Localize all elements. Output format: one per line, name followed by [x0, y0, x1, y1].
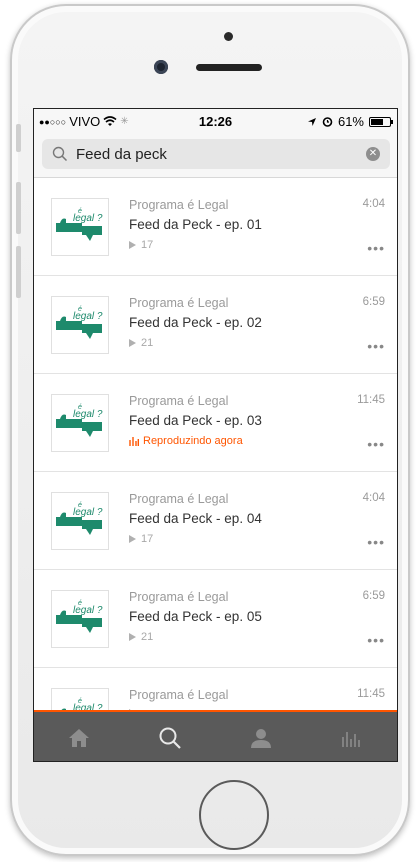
programa-e-legal-logo: legal ? é [56, 404, 103, 437]
track-title[interactable]: Feed da Peck - ep. 04 [129, 511, 387, 526]
track-title[interactable]: Feed da Peck - ep. 01 [129, 217, 387, 232]
track-duration: 4:04 [362, 492, 385, 504]
screen: ●●○○○ VIVO ✳ 12:26 61% ✕ [33, 108, 398, 762]
play-count-value: 21 [141, 337, 154, 349]
track-duration: 4:04 [362, 198, 385, 210]
programa-e-legal-logo: legal ? é [56, 306, 103, 339]
track-meta: Programa é Legal Feed da Peck - ep. 03 R… [129, 394, 387, 447]
status-bar: ●●○○○ VIVO ✳ 12:26 61% [34, 109, 397, 133]
svg-text:é: é [78, 600, 82, 607]
more-options-icon[interactable]: ••• [367, 436, 385, 452]
more-options-icon[interactable]: ••• [367, 240, 385, 256]
play-count: 17 [129, 533, 387, 545]
home-button[interactable] [199, 780, 269, 850]
track-meta: Programa é Legal Feed da Peck - ep. 01 1… [129, 198, 387, 251]
volume-up-button [16, 182, 21, 234]
alarm-icon [322, 117, 333, 127]
play-count: 17 [129, 239, 387, 251]
list-item[interactable]: legal ? é Programa é Legal Feed da Peck … [34, 472, 397, 570]
search-input[interactable] [74, 144, 348, 164]
track-duration: 6:59 [362, 590, 385, 602]
magnifier-icon [52, 146, 68, 162]
track-list: legal ? é Programa é Legal Feed da Peck … [34, 178, 397, 710]
play-count-value: 17 [141, 533, 154, 545]
track-artwork[interactable]: legal ? é [51, 688, 109, 710]
search-icon [159, 727, 181, 749]
battery-icon [369, 116, 393, 127]
tab-home[interactable] [59, 718, 99, 758]
svg-text:é: é [78, 502, 82, 509]
search-field[interactable]: ✕ [42, 139, 390, 169]
svg-text:é: é [78, 306, 82, 313]
track-artwork[interactable]: legal ? é [51, 394, 109, 452]
more-options-icon[interactable]: ••• [367, 338, 385, 354]
now-playing-status: Reproduzindo agora [129, 435, 387, 447]
tab-bar [34, 712, 397, 761]
track-duration: 11:45 [357, 688, 385, 700]
mute-switch [16, 124, 21, 152]
clear-search-icon[interactable]: ✕ [366, 147, 380, 161]
track-duration: 6:59 [362, 296, 385, 308]
more-options-icon[interactable]: ••• [367, 534, 385, 550]
track-duration: 11:45 [357, 394, 385, 406]
svg-text:é: é [78, 208, 82, 215]
play-count-value: 17 [141, 239, 154, 251]
play-icon [129, 535, 136, 543]
profile-icon [250, 728, 271, 748]
list-item[interactable]: legal ? é Programa é Legal Feed da Peck … [34, 374, 397, 472]
track-title[interactable]: Feed da Peck - ep. 05 [129, 609, 387, 624]
track-artwork[interactable]: legal ? é [51, 198, 109, 256]
list-item[interactable]: legal ? é Programa é Legal Feed da Peck … [34, 276, 397, 374]
track-author[interactable]: Programa é Legal [129, 688, 387, 702]
home-icon [69, 728, 90, 747]
track-author[interactable]: Programa é Legal [129, 590, 387, 604]
equalizer-icon [129, 436, 139, 446]
list-item[interactable]: legal ? é Programa é Legal 11:45 ••• [34, 668, 397, 710]
track-title[interactable]: Feed da Peck - ep. 03 [129, 413, 387, 428]
volume-down-button [16, 246, 21, 298]
earpiece-speaker [196, 64, 262, 71]
track-author[interactable]: Programa é Legal [129, 198, 387, 212]
programa-e-legal-logo: legal ? é [61, 698, 103, 710]
battery-percent: 61% [337, 114, 364, 129]
play-count: 21 [129, 631, 387, 643]
tab-stream[interactable] [332, 718, 372, 758]
list-item[interactable]: legal ? é Programa é Legal Feed da Peck … [34, 570, 397, 668]
track-author[interactable]: Programa é Legal [129, 296, 387, 310]
track-artwork[interactable]: legal ? é [51, 492, 109, 550]
proximity-sensor [224, 32, 233, 41]
programa-e-legal-logo: legal ? é [56, 208, 103, 241]
tab-profile[interactable] [241, 718, 281, 758]
list-item[interactable]: legal ? é Programa é Legal Feed da Peck … [34, 178, 397, 276]
play-count-value: 21 [141, 631, 154, 643]
svg-text:é: é [78, 404, 82, 411]
location-arrow-icon [307, 117, 316, 126]
track-title[interactable]: Feed da Peck - ep. 02 [129, 315, 387, 330]
play-count: 21 [129, 337, 387, 349]
track-meta: Programa é Legal Feed da Peck - ep. 04 1… [129, 492, 387, 545]
tab-search[interactable] [150, 718, 190, 758]
programa-e-legal-logo: legal ? é [56, 502, 103, 535]
front-camera [154, 60, 168, 74]
track-artwork[interactable]: legal ? é [51, 590, 109, 648]
search-bar: ✕ [34, 133, 397, 178]
track-author[interactable]: Programa é Legal [129, 492, 387, 506]
stream-icon [341, 731, 360, 747]
now-playing-label: Reproduzindo agora [143, 435, 243, 447]
play-icon [129, 339, 136, 347]
status-right: 61% [307, 114, 393, 129]
track-meta: Programa é Legal [129, 688, 387, 710]
track-author[interactable]: Programa é Legal [129, 394, 387, 408]
track-meta: Programa é Legal Feed da Peck - ep. 02 2… [129, 296, 387, 349]
more-options-icon[interactable]: ••• [367, 632, 385, 648]
play-icon [129, 241, 136, 249]
track-artwork[interactable]: legal ? é [51, 296, 109, 354]
play-icon [129, 633, 136, 641]
svg-text:é: é [78, 698, 82, 705]
track-meta: Programa é Legal Feed da Peck - ep. 05 2… [129, 590, 387, 643]
programa-e-legal-logo: legal ? é [56, 600, 103, 633]
